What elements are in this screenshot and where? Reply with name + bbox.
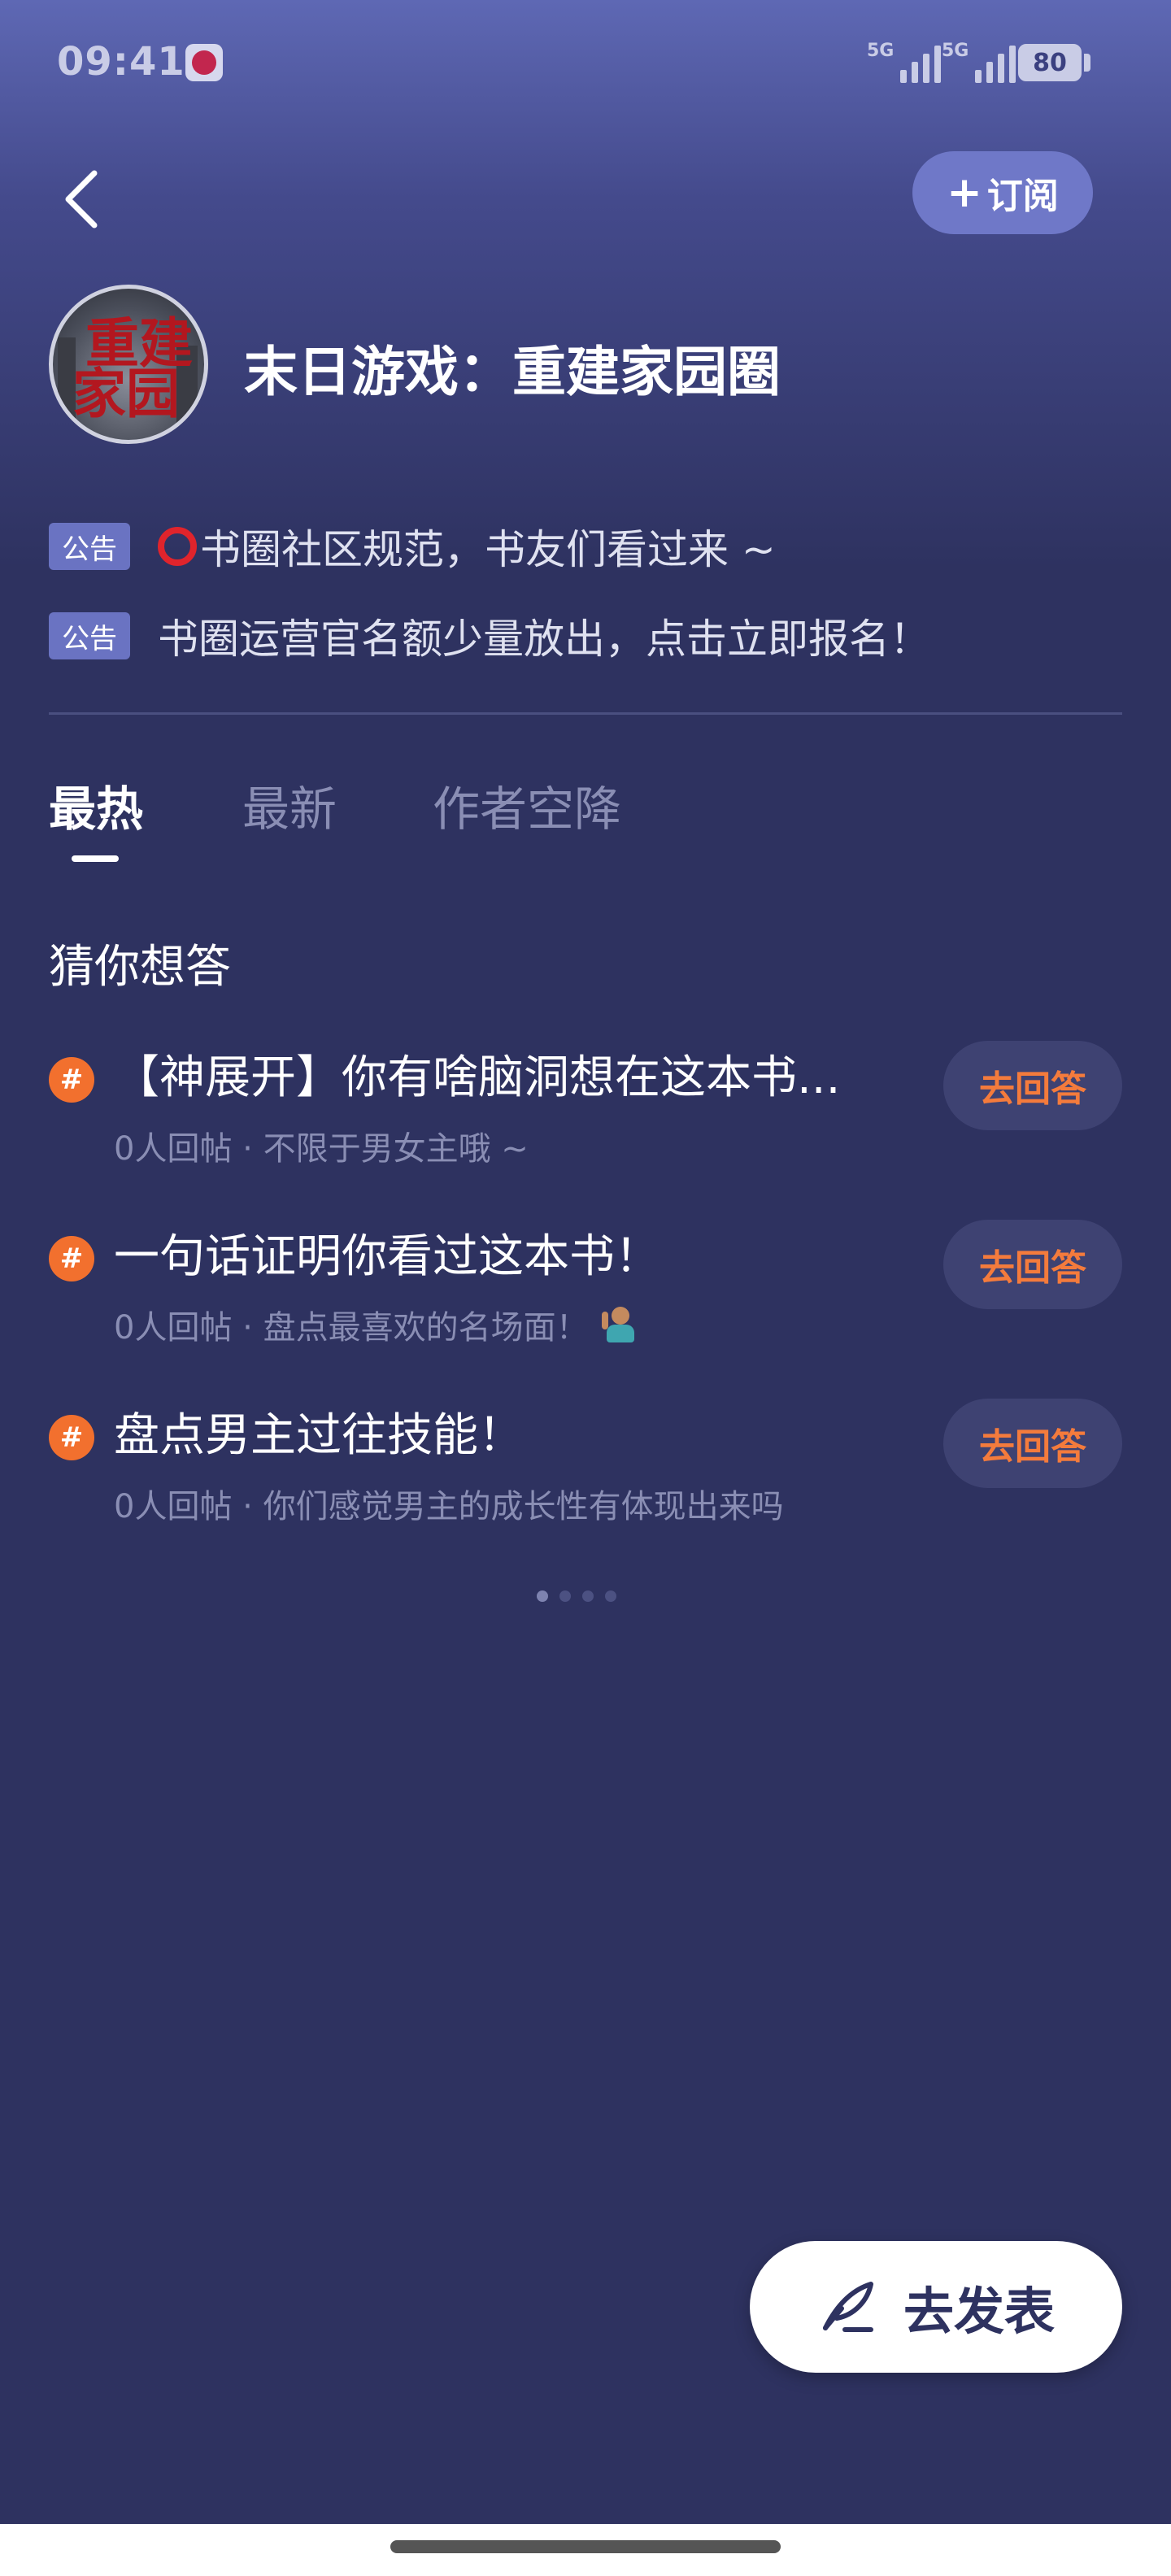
hashtag-icon: # (49, 1415, 94, 1460)
page-title: 末日游戏：重建家园圈 (244, 341, 781, 403)
signal-label: 5G (867, 41, 895, 61)
topic-subtitle-text: 0人回帖 · 盘点最喜欢的名场面！ (114, 1309, 589, 1347)
signal-icon: 5G (942, 41, 1016, 83)
avatar-text-line2: 家园 (72, 362, 180, 425)
topic-title[interactable]: 【神展开】你有啥脑洞想在这本书... (114, 1041, 840, 1107)
notice-item[interactable]: 公告 书圈运营官名额少量放出，点击立即报名！ (49, 607, 930, 665)
signal-icon: 5G (867, 41, 942, 83)
post-button-label: 去发表 (903, 2282, 1055, 2341)
pager-dot[interactable] (605, 1590, 616, 1602)
battery-icon: 80 (1018, 44, 1082, 81)
plus-icon: + (947, 168, 982, 217)
topic-subtitle-text: 0人回帖 · 不限于男女主哦 ~ (114, 1130, 529, 1168)
header-background (0, 0, 1171, 569)
answer-button[interactable]: 去回答 (943, 1220, 1122, 1309)
notice-text: 书圈运营官名额少量放出，点击立即报名！ (158, 616, 930, 663)
tab-author[interactable]: 作者空降 (433, 771, 621, 839)
red-circle-icon (158, 527, 197, 566)
pager-dot[interactable] (559, 1590, 571, 1602)
status-time: 09:41 (57, 39, 185, 85)
section-title: 猜你想答 (49, 941, 231, 994)
topic-subtitle: 0人回帖 · 盘点最喜欢的名场面！ (114, 1301, 636, 1348)
topic-title[interactable]: 一句话证明你看过这本书！ (114, 1220, 660, 1286)
topic-subtitle: 0人回帖 · 你们感觉男主的成长性有体现出来吗 (114, 1480, 784, 1527)
chevron-left-icon (65, 170, 98, 228)
answer-button[interactable]: 去回答 (943, 1041, 1122, 1130)
pager-dot[interactable] (537, 1590, 548, 1602)
answer-button[interactable]: 去回答 (943, 1399, 1122, 1488)
notice-tag: 公告 (49, 523, 130, 570)
notice-item[interactable]: 公告 书圈社区规范，书友们看过来 ~ (49, 517, 776, 576)
tab-indicator (72, 855, 119, 862)
pager-dots[interactable] (537, 1590, 616, 1602)
back-button[interactable] (49, 154, 114, 244)
notice-text: 书圈社区规范，书友们看过来 ~ (200, 526, 776, 573)
list-item[interactable]: # 盘点男主过往技能！ 0人回帖 · 你们感觉男主的成长性有体现出来吗 去回答 (49, 1399, 1122, 1561)
battery-tip (1084, 54, 1090, 72)
subscribe-button[interactable]: + 订阅 (912, 151, 1093, 234)
topic-title[interactable]: 盘点男主过往技能！ (114, 1399, 524, 1464)
divider (49, 712, 1122, 715)
hashtag-icon: # (49, 1236, 94, 1281)
tab-latest[interactable]: 最新 (242, 771, 337, 839)
notice-tag: 公告 (49, 612, 130, 659)
topic-subtitle: 0人回帖 · 不限于男女主哦 ~ (114, 1122, 529, 1169)
tab-hot[interactable]: 最热 (49, 771, 143, 839)
list-item[interactable]: # 一句话证明你看过这本书！ 0人回帖 · 盘点最喜欢的名场面！ 去回答 (49, 1220, 1122, 1382)
quill-pen-icon (822, 2282, 873, 2332)
subscribe-label: 订阅 (986, 176, 1059, 217)
home-indicator[interactable] (390, 2540, 781, 2553)
avatar[interactable]: 重建 家园 (49, 285, 208, 444)
metro-app-icon (185, 44, 223, 81)
signal-label: 5G (942, 41, 969, 61)
pager-dot[interactable] (582, 1590, 594, 1602)
hashtag-icon: # (49, 1057, 94, 1103)
post-button[interactable]: 去发表 (750, 2241, 1122, 2373)
list-item[interactable]: # 【神展开】你有啥脑洞想在这本书... 0人回帖 · 不限于男女主哦 ~ 去回… (49, 1041, 1122, 1203)
person-raising-hand-icon (601, 1307, 636, 1342)
topic-subtitle-text: 0人回帖 · 你们感觉男主的成长性有体现出来吗 (114, 1488, 784, 1525)
